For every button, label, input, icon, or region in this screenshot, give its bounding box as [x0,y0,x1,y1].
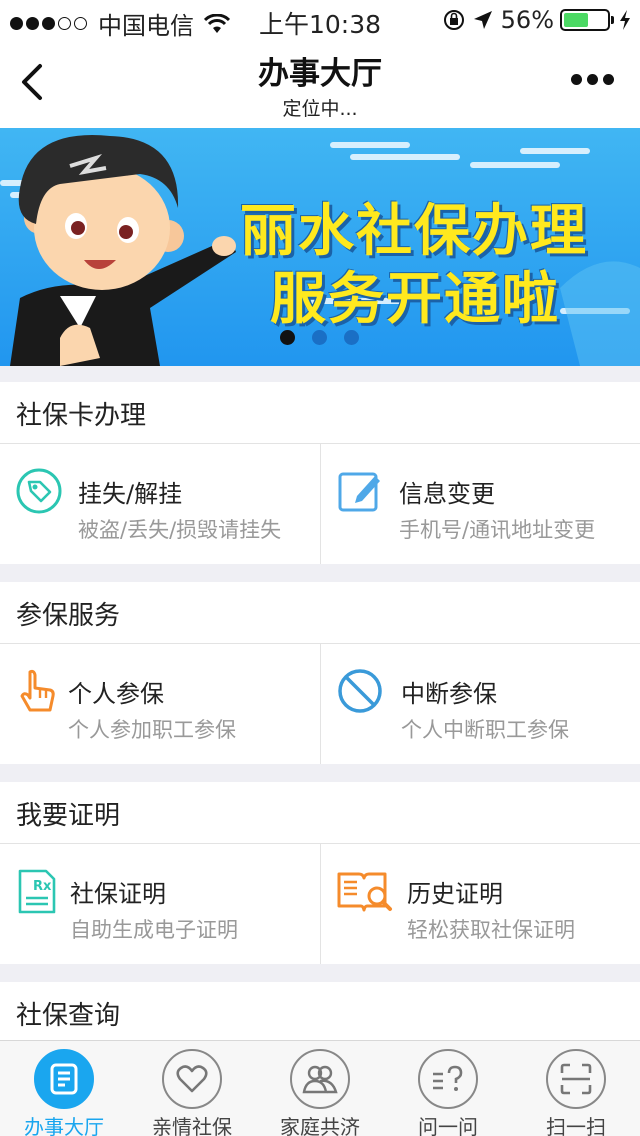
tab-family-insurance[interactable]: 亲情社保 [128,1041,256,1136]
hand-pointer-icon [20,669,55,712]
service-title: 挂失/解挂 [78,480,183,508]
prohibited-icon [338,669,382,713]
battery-icon [560,9,614,31]
tab-label: 扫一扫 [546,1115,606,1136]
status-bar: 中国电信 上午10:38 56% [0,0,640,40]
page-title: 办事大厅 [258,56,382,92]
service-info-change[interactable]: 信息变更 手机号/通讯地址变更 [320,444,640,564]
charging-bolt-icon [620,10,630,30]
section-header-insurance-service: 参保服务 [0,582,640,644]
promo-banner[interactable]: 丽水社保办理 服务开通啦 [0,128,640,366]
section-header-query: 社保查询 [0,982,640,1044]
service-desc: 手机号/通讯地址变更 [399,518,596,542]
service-desc: 自助生成电子证明 [70,918,238,942]
bottom-tab-bar: 办事大厅 亲情社保 家庭共济 问一问 扫一扫 [0,1040,640,1136]
tab-label: 家庭共济 [280,1115,360,1136]
tab-label: 亲情社保 [152,1115,232,1136]
edit-icon [338,472,380,512]
book-search-icon [337,872,392,912]
service-report-loss[interactable]: 挂失/解挂 被盗/丢失/损毁请挂失 [0,444,320,564]
section-title: 我要证明 [16,801,121,831]
heart-icon [162,1049,222,1109]
status-right: 56% [443,6,632,34]
service-insurance-certificate[interactable]: Rx 社保证明 自助生成电子证明 [0,844,320,964]
tab-label: 办事大厅 [24,1115,104,1136]
svg-text:Rx: Rx [33,879,52,894]
section-title: 参保服务 [16,601,121,631]
carousel-dot-2[interactable] [312,330,327,345]
tab-ask[interactable]: 问一问 [384,1041,512,1136]
service-title: 个人参保 [68,680,164,708]
carousel-dot-1[interactable] [280,330,295,345]
location-status: 定位中... [282,98,358,120]
service-desc: 被盗/丢失/损毁请挂失 [78,518,282,542]
section-row-card-service: 挂失/解挂 被盗/丢失/损毁请挂失 信息变更 手机号/通讯地址变更 [0,444,640,564]
section-header-certificate: 我要证明 [0,782,640,844]
carousel-dot-3[interactable] [344,330,359,345]
section-title: 社保查询 [16,1001,121,1031]
service-title: 社保证明 [70,880,166,908]
service-desc: 个人参加职工参保 [68,718,236,742]
navigation-bar: 办事大厅 定位中... [0,40,640,128]
more-menu-icon[interactable] [566,74,614,85]
section-row-certificate: Rx 社保证明 自助生成电子证明 历史证明 轻松获取社保证明 [0,844,640,964]
service-desc: 个人中断职工参保 [401,718,569,742]
service-suspend-enroll[interactable]: 中断参保 个人中断职工参保 [320,644,640,764]
service-history-certificate[interactable]: 历史证明 轻松获取社保证明 [320,844,640,964]
section-row-insurance-service: 个人参保 个人参加职工参保 中断参保 个人中断职工参保 [0,644,640,764]
service-title: 中断参保 [401,680,497,708]
tag-icon [16,468,62,514]
service-personal-enroll[interactable]: 个人参保 个人参加职工参保 [0,644,320,764]
location-arrow-icon [473,11,492,29]
document-list-icon [34,1049,94,1109]
section-title: 社保卡办理 [16,401,147,431]
section-header-card-service: 社保卡办理 [0,382,640,444]
scan-icon [546,1049,606,1109]
question-icon [418,1049,478,1109]
rx-document-icon: Rx [18,869,56,914]
tab-label: 问一问 [418,1115,478,1136]
tab-family-mutual-aid[interactable]: 家庭共济 [256,1041,384,1136]
tab-service-hall[interactable]: 办事大厅 [0,1041,128,1136]
banner-headline-line2: 服务开通啦 [270,267,560,332]
people-icon [290,1049,350,1109]
battery-percent: 56% [500,6,554,34]
service-title: 历史证明 [407,880,503,908]
orientation-lock-icon [443,10,464,30]
service-desc: 轻松获取社保证明 [407,918,575,942]
service-title: 信息变更 [399,480,495,508]
carousel-indicator[interactable] [280,330,376,345]
tab-scan[interactable]: 扫一扫 [512,1041,640,1136]
